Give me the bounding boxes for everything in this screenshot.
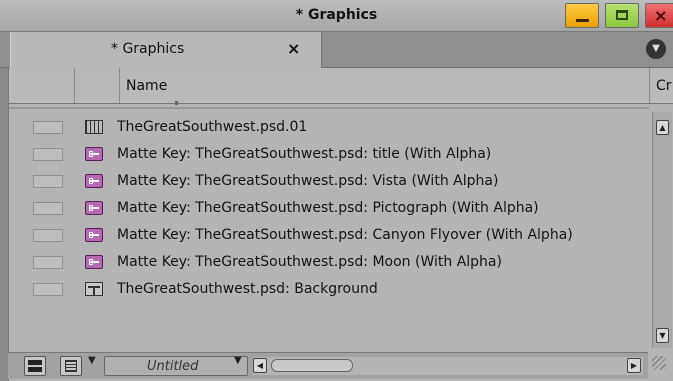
minimize-icon bbox=[576, 19, 589, 22]
tab-close-icon[interactable]: × bbox=[287, 39, 300, 58]
header-column-select[interactable] bbox=[9, 68, 75, 103]
maximize-icon bbox=[616, 10, 628, 20]
column-header: Name Cr bbox=[9, 68, 673, 105]
view-select-arrow-icon[interactable]: ▼ bbox=[234, 355, 242, 366]
horizontal-scrollbar[interactable]: ◀ ▶ bbox=[253, 357, 643, 375]
matte-key-icon bbox=[85, 174, 103, 188]
header-column-truncated[interactable]: Cr bbox=[650, 68, 673, 103]
header-column-name[interactable]: Name bbox=[120, 68, 650, 103]
scroll-up-icon[interactable]: ▲ bbox=[656, 120, 669, 135]
row-select-box[interactable] bbox=[33, 121, 63, 134]
horizontal-scroll-thumb[interactable] bbox=[271, 359, 353, 372]
clip-name: TheGreatSouthwest.psd: Background bbox=[117, 281, 378, 297]
sequence-icon bbox=[85, 120, 103, 134]
list-item[interactable]: Matte Key: TheGreatSouthwest.psd: Pictog… bbox=[9, 195, 649, 222]
header-column-icon[interactable] bbox=[75, 68, 120, 103]
view-menu-arrow-icon[interactable]: ▼ bbox=[88, 355, 96, 366]
row-select-box[interactable] bbox=[33, 229, 63, 242]
bin-toolbar: ▼ Untitled ▼ ◀ ▶ bbox=[8, 352, 648, 379]
scroll-right-icon[interactable]: ▶ bbox=[627, 358, 641, 373]
row-select-box[interactable] bbox=[33, 256, 63, 269]
list-item[interactable]: TheGreatSouthwest.psd: Background bbox=[9, 276, 649, 303]
text-view-button[interactable] bbox=[60, 356, 82, 376]
frame-view-button[interactable] bbox=[24, 356, 46, 376]
clip-name: Matte Key: TheGreatSouthwest.psd: Vista … bbox=[117, 173, 499, 189]
matte-key-icon bbox=[85, 147, 103, 161]
clip-name: Matte Key: TheGreatSouthwest.psd: Pictog… bbox=[117, 200, 539, 216]
clip-name: Matte Key: TheGreatSouthwest.psd: Moon (… bbox=[117, 254, 502, 270]
clip-list: TheGreatSouthwest.psd.01 Matte Key: TheG… bbox=[9, 114, 649, 303]
resize-grip-icon[interactable] bbox=[652, 356, 666, 370]
close-window-button[interactable]: × bbox=[645, 3, 673, 28]
minimize-button[interactable] bbox=[565, 3, 599, 28]
column-drag-handle[interactable] bbox=[175, 101, 178, 105]
tab-label: * Graphics bbox=[111, 41, 185, 57]
scroll-down-icon[interactable]: ▼ bbox=[656, 328, 669, 343]
clip-name: Matte Key: TheGreatSouthwest.psd: Canyon… bbox=[117, 227, 573, 243]
close-icon: × bbox=[654, 6, 668, 25]
list-item[interactable]: Matte Key: TheGreatSouthwest.psd: title … bbox=[9, 141, 649, 168]
bin-panel: Name Cr TheGreatSouthwest.psd.01 Matte K… bbox=[8, 68, 673, 381]
scroll-left-icon[interactable]: ◀ bbox=[253, 358, 267, 373]
matte-key-icon bbox=[85, 201, 103, 215]
matte-key-icon bbox=[85, 228, 103, 242]
vertical-scrollbar[interactable]: ▲ ▼ bbox=[652, 112, 672, 348]
tab-strip: * Graphics × ▼ bbox=[0, 32, 673, 68]
background-clip-icon bbox=[85, 282, 103, 296]
tab-graphics[interactable]: * Graphics × bbox=[10, 32, 322, 68]
clip-name: TheGreatSouthwest.psd.01 bbox=[117, 119, 308, 135]
menu-circle-icon[interactable]: ▼ bbox=[646, 39, 666, 59]
bin-view-select[interactable]: Untitled bbox=[104, 356, 248, 376]
list-item[interactable]: Matte Key: TheGreatSouthwest.psd: Canyon… bbox=[9, 222, 649, 249]
header-name-label: Name bbox=[126, 78, 168, 94]
list-item[interactable]: Matte Key: TheGreatSouthwest.psd: Vista … bbox=[9, 168, 649, 195]
list-item[interactable]: TheGreatSouthwest.psd.01 bbox=[9, 114, 649, 141]
list-item[interactable]: Matte Key: TheGreatSouthwest.psd: Moon (… bbox=[9, 249, 649, 276]
row-select-box[interactable] bbox=[33, 175, 63, 188]
header-truncated-label: Cr bbox=[656, 78, 672, 94]
row-select-box[interactable] bbox=[33, 148, 63, 161]
bin-view-label: Untitled bbox=[147, 359, 199, 374]
window-title-bar: * Graphics × bbox=[0, 0, 673, 32]
maximize-button[interactable] bbox=[605, 3, 639, 28]
row-select-box[interactable] bbox=[33, 283, 63, 296]
divider bbox=[9, 107, 649, 109]
clip-name: Matte Key: TheGreatSouthwest.psd: title … bbox=[117, 146, 492, 162]
row-select-box[interactable] bbox=[33, 202, 63, 215]
matte-key-icon bbox=[85, 255, 103, 269]
